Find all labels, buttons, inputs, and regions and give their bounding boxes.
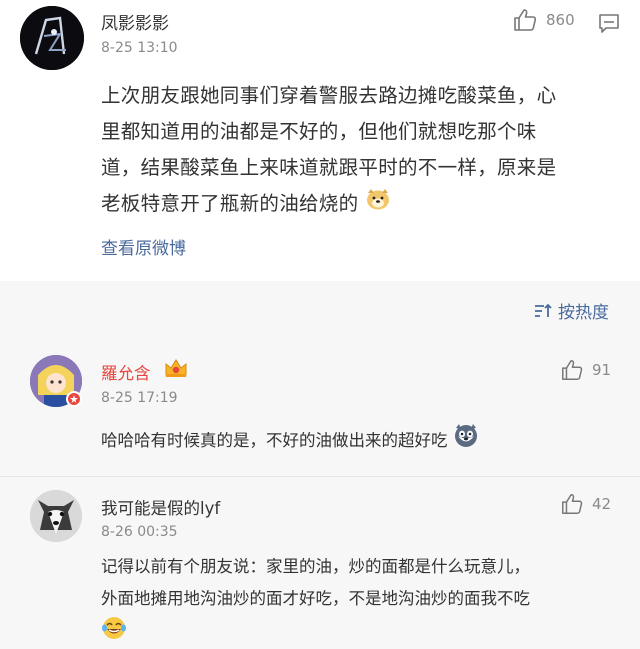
avatar-image — [30, 490, 82, 542]
comment-timestamp: 8-25 17:19 — [101, 390, 178, 406]
post-line: 道，结果酸菜鱼上来味道就跟平时的不一样，原来是 — [101, 156, 557, 179]
comment-timestamp: 8-26 00:35 — [101, 524, 178, 540]
sort-icon — [535, 303, 552, 317]
comment-body: 哈哈哈有时候真的是，不好的油做出来的超好吃 — [101, 423, 621, 460]
husky-emoji — [453, 423, 479, 460]
crown-badge — [164, 357, 188, 383]
comment-text: 哈哈哈有时候真的是，不好的油做出来的超好吃 — [101, 431, 448, 450]
sort-label: 按热度 — [558, 303, 609, 323]
comment-like-count: 91 — [592, 361, 612, 379]
comment-body: 记得以前有个朋友说：家里的油，炒的面都是什么玩意儿， 外面地摊用地沟油炒的面才好… — [101, 551, 621, 649]
avatar-image — [20, 6, 84, 70]
sort-by-hot-button[interactable]: 按热度 — [533, 298, 609, 323]
comment-like-count: 42 — [592, 495, 612, 513]
post-like-count: 860 — [546, 11, 575, 29]
comment-author-name[interactable]: 我可能是假的lyf — [101, 495, 220, 519]
comment-line: 外面地摊用地沟油炒的面才好吃，不是地沟油炒的面我不吃 — [101, 589, 530, 608]
avatar[interactable] — [30, 490, 82, 542]
thumbs-up-icon — [514, 9, 537, 31]
post-line-last: 老板特意开了瓶新的油给烧的 — [101, 186, 621, 223]
comment-like-button[interactable]: 42 — [560, 492, 611, 516]
comment-emoji-line — [101, 615, 621, 649]
doge-emoji — [365, 187, 391, 223]
avatar[interactable] — [20, 6, 84, 70]
main-post: 凤影影影 8-25 13:10 860 上次朋友跟她同事们穿着警服去路边摊吃酸菜… — [0, 0, 640, 281]
comment-author-name[interactable]: 羅允含 — [101, 360, 151, 384]
comment-icon[interactable] — [597, 11, 621, 39]
verified-badge — [66, 391, 82, 407]
thumbs-up-icon — [562, 494, 583, 514]
comment-like-button[interactable]: 91 — [560, 358, 611, 382]
comment-line: 记得以前有个朋友说：家里的油，炒的面都是什么玩意儿， — [101, 557, 530, 576]
post-body: 上次朋友跟她同事们穿着警服去路边摊吃酸菜鱼，心 里都知道用的油都是不好的，但他们… — [101, 78, 621, 223]
comments-section: 按热度 羅允含 8-25 17:19 91 哈哈哈有时候真的是，不好的油做出来的… — [0, 281, 640, 649]
post-line: 上次朋友跟她同事们穿着警服去路边摊吃酸菜鱼，心 — [101, 84, 557, 107]
laugh-cry-emoji — [101, 615, 127, 649]
post-line: 里都知道用的油都是不好的，但他们就想吃那个味 — [101, 120, 537, 143]
view-original-link[interactable]: 查看原微博 — [101, 234, 186, 259]
divider — [0, 476, 640, 477]
post-timestamp: 8-25 13:10 — [101, 40, 178, 56]
thumbs-up-icon — [562, 360, 583, 380]
post-author-name[interactable]: 凤影影影 — [101, 9, 169, 34]
post-line: 老板特意开了瓶新的油给烧的 — [101, 192, 359, 215]
post-like-button[interactable]: 860 — [512, 7, 575, 33]
